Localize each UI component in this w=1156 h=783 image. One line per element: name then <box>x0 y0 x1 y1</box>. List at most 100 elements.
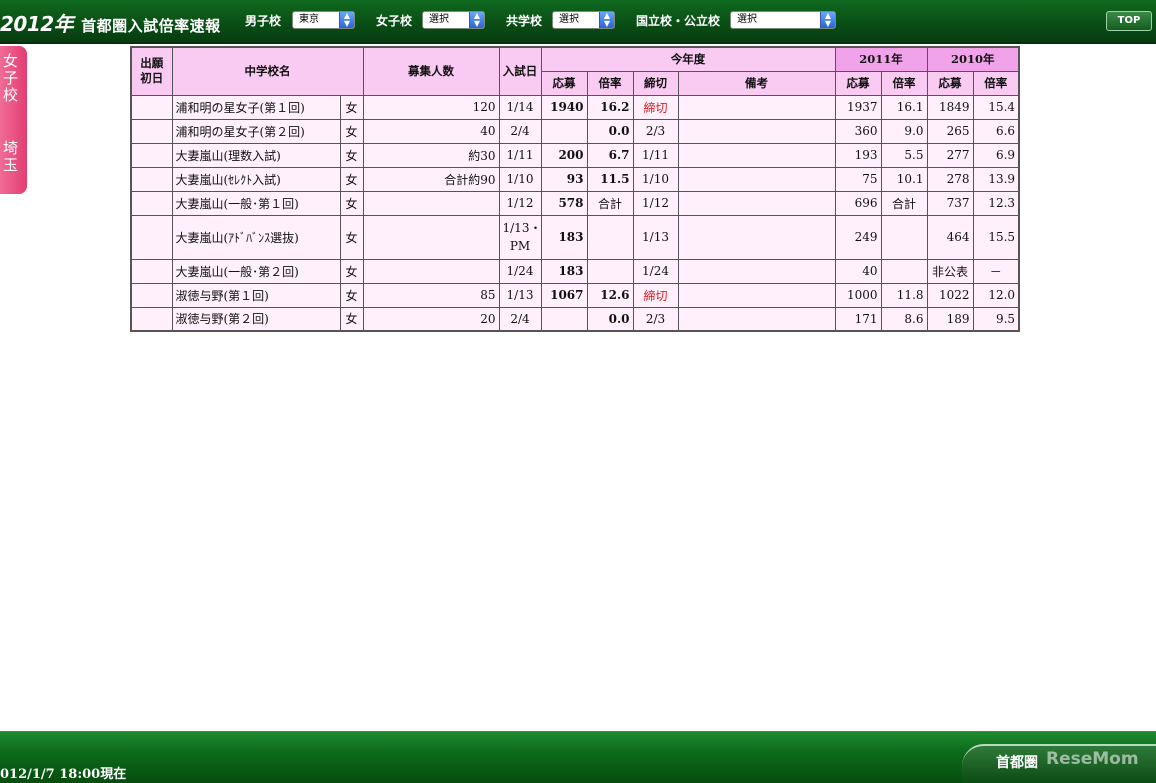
row-school-type: 女 <box>339 214 364 260</box>
boys-school-label: 男子校 <box>245 14 282 28</box>
row-deadline: 1/24 <box>632 258 679 284</box>
row-remarks <box>677 258 836 284</box>
row-applicants-2011: 249 <box>834 214 882 260</box>
select-arrows-icon: ▲ ▼ <box>469 12 484 28</box>
row-applicants <box>540 306 588 332</box>
coed-school-select[interactable]: 選択 ▲ ▼ <box>552 11 615 29</box>
row-ratio <box>586 258 634 284</box>
header-school-name: 中学校名 <box>171 46 364 96</box>
row-school-name: 大妻嵐山(一般･第２回) <box>171 258 341 284</box>
row-school-type: 女 <box>339 306 364 332</box>
table-row: 浦和明の星女子(第１回) 女 120 1/14 1940 16.2 締切 1937 16.1 18… <box>130 94 1020 120</box>
row-school-type: 女 <box>339 190 364 216</box>
row-applicants-2010: 265 <box>926 118 974 144</box>
row-applicants: 200 <box>540 142 588 168</box>
row-applicants-2011: 360 <box>834 118 882 144</box>
side-tab-char: 子 <box>2 69 18 87</box>
row-applicants: 183 <box>540 258 588 284</box>
girls-school-select[interactable]: 選択 ▲ ▼ <box>422 11 485 29</box>
header-this-year: 今年度 <box>540 46 836 72</box>
row-ratio-2010: 15.5 <box>972 214 1020 260</box>
row-remarks <box>677 190 836 216</box>
prefecture-side-tab[interactable]: 女 子 校 埼 玉 <box>0 46 27 194</box>
row-ratio-2011: 8.6 <box>880 306 928 332</box>
row-remarks <box>677 306 836 332</box>
row-ratio-2010: 13.9 <box>972 166 1020 192</box>
header-remarks: 備考 <box>677 70 836 96</box>
row-first-day <box>130 190 173 216</box>
boys-school-select[interactable]: 東京 ▲ ▼ <box>292 11 355 29</box>
row-school-name: 大妻嵐山(ｾﾚｸﾄ入試) <box>171 166 341 192</box>
row-capacity: 合計約90 <box>362 166 500 192</box>
row-remarks <box>677 282 836 308</box>
update-timestamp: 012/1/7 18:00現在 <box>0 767 127 782</box>
row-school-name: 大妻嵐山(一般･第１回) <box>171 190 341 216</box>
row-exam-date: 2/4 <box>498 118 542 144</box>
row-deadline: 1/12 <box>632 190 679 216</box>
row-applicants-2010: 464 <box>926 214 974 260</box>
row-ratio: 合計 <box>586 190 634 216</box>
row-first-day <box>130 94 173 120</box>
row-school-name: 大妻嵐山(理数入試) <box>171 142 341 168</box>
row-exam-date: 1/24 <box>498 258 542 284</box>
select-arrows-icon: ▲ ▼ <box>599 12 614 28</box>
table-row: 淑徳与野(第２回) 女 20 2/4 0.0 2/3 171 8.6 189 9.5 <box>130 306 1020 332</box>
row-ratio-2011 <box>880 258 928 284</box>
header-2010: 2010年 <box>926 46 1020 72</box>
row-deadline: 1/10 <box>632 166 679 192</box>
row-applicants-2010: 277 <box>926 142 974 168</box>
side-tab-char: 女 <box>2 52 18 70</box>
row-first-day <box>130 166 173 192</box>
row-capacity <box>362 214 500 260</box>
row-applicants-2011: 696 <box>834 190 882 216</box>
row-deadline: 2/3 <box>632 118 679 144</box>
row-school-name: 大妻嵐山(ｱﾄﾞﾊﾞﾝｽ選抜) <box>171 214 341 260</box>
coed-school-label: 共学校 <box>506 14 543 28</box>
row-first-day <box>130 306 173 332</box>
row-applicants-2010: 1849 <box>926 94 974 120</box>
side-tab-char: 玉 <box>2 156 18 174</box>
row-school-name: 淑徳与野(第２回) <box>171 306 341 332</box>
row-capacity: 約30 <box>362 142 500 168</box>
girls-school-select-value: 選択 <box>429 14 449 25</box>
table-row: 大妻嵐山(一般･第２回) 女 1/24 183 1/24 40 非公表－ <box>130 258 1020 284</box>
row-school-type: 女 <box>339 142 364 168</box>
site-logo[interactable]: 2012年 首都圏入試倍率速報 <box>0 8 221 36</box>
header-ratio-2010: 倍率 <box>972 70 1020 96</box>
row-school-name: 浦和明の星女子(第２回) <box>171 118 341 144</box>
watermark-logo: ReseMom <box>1046 749 1139 769</box>
row-deadline: 締切 <box>632 282 679 308</box>
header-deadline: 締切 <box>632 70 679 96</box>
row-ratio: 11.5 <box>586 166 634 192</box>
top-button[interactable]: TOP <box>1106 11 1152 31</box>
row-school-type: 女 <box>339 258 364 284</box>
row-ratio: 12.6 <box>586 282 634 308</box>
row-ratio-2011: 9.0 <box>880 118 928 144</box>
national-public-school-select[interactable]: 選択 ▲ ▼ <box>730 11 836 29</box>
row-school-type: 女 <box>339 282 364 308</box>
girls-school-label: 女子校 <box>376 14 413 28</box>
row-ratio: 0.0 <box>586 118 634 144</box>
row-applicants-2010: 非公表 <box>926 258 974 284</box>
row-applicants-2011: 1000 <box>834 282 882 308</box>
row-exam-date: 1/13 <box>498 282 542 308</box>
logo-year: 2012年 <box>0 12 74 36</box>
row-applicants-2011: 75 <box>834 166 882 192</box>
row-school-name: 浦和明の星女子(第１回) <box>171 94 341 120</box>
row-applicants <box>540 118 588 144</box>
row-ratio-2011: 16.1 <box>880 94 928 120</box>
row-capacity: 85 <box>362 282 500 308</box>
row-ratio: 6.7 <box>586 142 634 168</box>
row-school-name: 淑徳与野(第１回) <box>171 282 341 308</box>
row-exam-date: 2/4 <box>498 306 542 332</box>
row-first-day <box>130 214 173 260</box>
row-deadline: 1/11 <box>632 142 679 168</box>
table-row: 大妻嵐山(理数入試) 女約30 1/11 200 6.7 1/11 193 5.5 277 6.9 <box>130 142 1020 168</box>
header-capacity: 募集人数 <box>362 46 500 96</box>
row-school-type: 女 <box>339 94 364 120</box>
row-ratio-2010: 15.4 <box>972 94 1020 120</box>
header-applicants: 応募 <box>540 70 588 96</box>
row-applicants-2011: 193 <box>834 142 882 168</box>
side-tab-char: 埼 <box>2 139 18 157</box>
header-ratio: 倍率 <box>586 70 634 96</box>
